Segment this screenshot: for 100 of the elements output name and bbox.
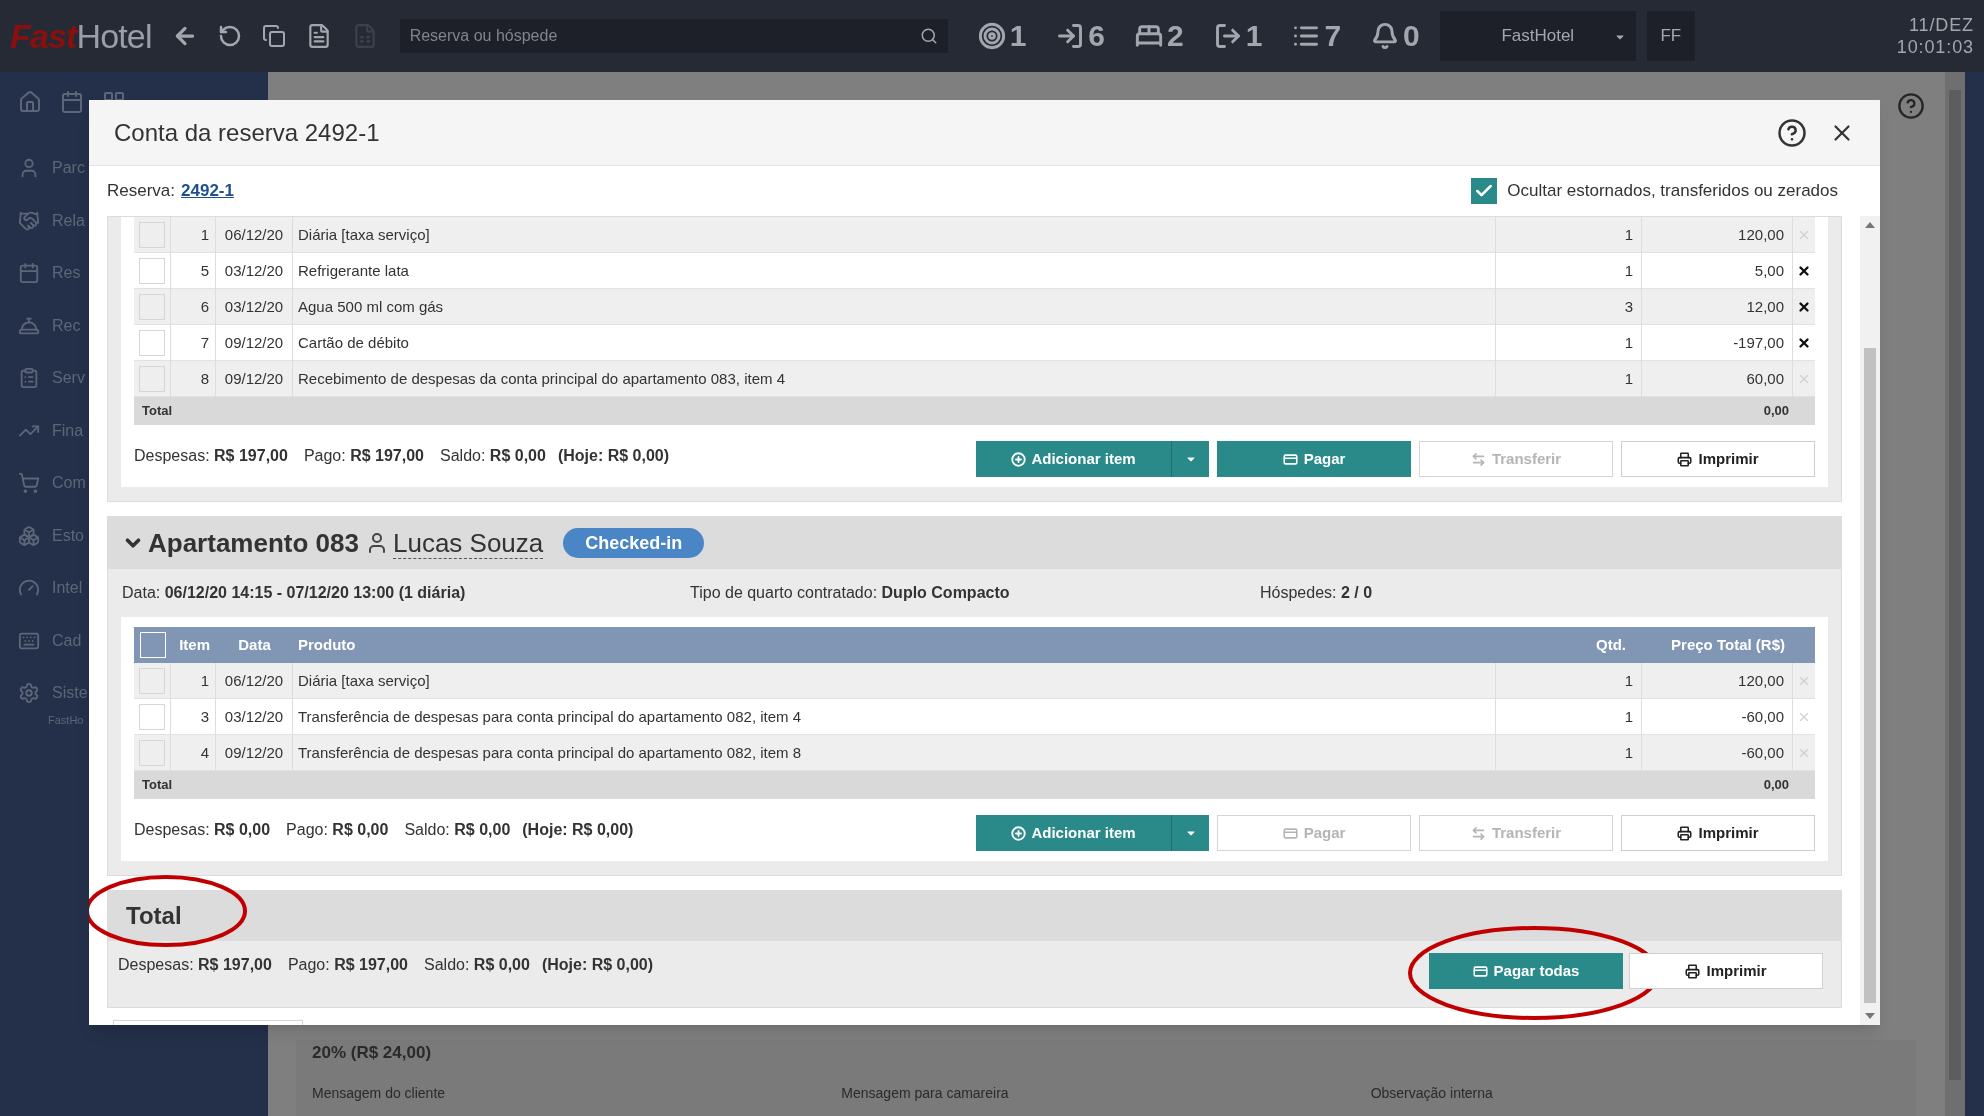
bed-icon[interactable]: [1135, 22, 1163, 50]
field-label: Mensagem para camareira: [841, 1085, 1009, 1101]
pay-all-button[interactable]: Pagar todas: [1429, 953, 1623, 989]
add-item-button[interactable]: Adicionar item: [976, 441, 1172, 477]
menu-label[interactable]: Cad: [52, 628, 82, 653]
field-label: Mensagem do cliente: [312, 1085, 446, 1101]
handshake-icon[interactable]: [18, 209, 40, 232]
undo-icon[interactable]: [217, 24, 242, 48]
reserva-label: Reserva:: [107, 180, 176, 203]
counter-value[interactable]: 1: [1245, 21, 1263, 51]
menu-label[interactable]: Serv: [52, 366, 85, 391]
enter-icon[interactable]: [1056, 22, 1085, 50]
counter-value[interactable]: 0: [1403, 21, 1420, 51]
dropdown-button[interactable]: [1172, 441, 1209, 477]
scroll-up-arrow[interactable]: [1865, 222, 1875, 228]
remove-icon[interactable]: [1797, 264, 1811, 278]
counter-value[interactable]: 2: [1167, 21, 1184, 51]
counter-value[interactable]: 1: [1009, 21, 1027, 51]
info-text: Data: 06/12/20 14:15 - 07/12/20 13:00 (1 diária): [122, 583, 467, 603]
column-header: Item: [178, 634, 211, 655]
field-label: Observação interna: [1370, 1085, 1493, 1101]
total-heading: Total: [126, 902, 182, 929]
credit-card-icon: [1472, 963, 1488, 979]
row-checkbox[interactable]: [139, 294, 165, 320]
pay-button[interactable]: Pagar: [1217, 441, 1411, 477]
printer-icon: [1677, 451, 1693, 467]
summary-text: Pago: R$ 197,00: [287, 955, 408, 975]
cart-icon[interactable]: [18, 472, 40, 495]
hide-option-label: Ocultar estornados, transferidos ou zerados: [1507, 180, 1838, 203]
apartment-title: Apartamento 083: [148, 526, 359, 560]
home-icon[interactable]: [18, 90, 42, 114]
commission-text: 20% (R$ 24,00): [312, 1041, 433, 1064]
row-checkbox[interactable]: [139, 704, 165, 730]
dropdown-button[interactable]: [1172, 815, 1209, 851]
logo: FastHotel: [10, 19, 152, 53]
status-badge: Checked-in: [563, 528, 705, 558]
boxes-icon[interactable]: [18, 524, 40, 547]
target-icon[interactable]: [977, 22, 1006, 50]
summary-text: Saldo: R$ 0,00: [404, 820, 511, 840]
menu-label[interactable]: Res: [52, 261, 81, 286]
row-checkbox[interactable]: [139, 258, 165, 284]
column-header: Preço Total (R$): [1670, 634, 1786, 655]
help-icon[interactable]: [1777, 117, 1807, 148]
total-label: Total: [142, 402, 173, 421]
exit-icon[interactable]: [1213, 22, 1242, 50]
row-checkbox[interactable]: [139, 366, 165, 392]
menu-label[interactable]: Rec: [52, 313, 81, 338]
menu-label[interactable]: Siste: [52, 681, 88, 706]
reserva-link[interactable]: 2492-1: [181, 178, 234, 204]
info-text: Hóspedes: 2 / 0: [1260, 583, 1373, 603]
row-checkbox[interactable]: [139, 222, 165, 248]
bell-icon[interactable]: [1371, 22, 1400, 50]
summary-text: Pago: R$ 0,00: [286, 820, 389, 840]
time-text: 10:01:03: [1896, 36, 1974, 58]
search-icon[interactable]: [919, 27, 938, 45]
transfer-icon: [1470, 825, 1486, 841]
menu-label[interactable]: Intel: [52, 576, 83, 601]
hide-checkbox[interactable]: [1471, 178, 1498, 204]
credit-card-icon: [1282, 825, 1298, 841]
calendar-icon[interactable]: [60, 90, 84, 114]
remove-icon[interactable]: [1797, 300, 1811, 314]
menu-label[interactable]: Esto: [52, 523, 84, 548]
print-button[interactable]: Imprimir: [1621, 815, 1815, 851]
plus-icon: [1011, 825, 1027, 841]
modal-title: Conta da reserva 2492-1: [114, 117, 380, 148]
remove-icon[interactable]: [1797, 336, 1811, 350]
column-header: Data: [237, 634, 272, 655]
print-button[interactable]: Imprimir: [1629, 953, 1823, 989]
row-checkbox[interactable]: [139, 740, 165, 766]
menu-label[interactable]: Com: [52, 471, 86, 496]
add-item-button[interactable]: Adicionar item: [976, 815, 1172, 851]
printer-icon: [1677, 825, 1693, 841]
clipboard-icon[interactable]: [18, 367, 40, 390]
calendar-icon[interactable]: [18, 262, 40, 285]
scroll-down-arrow[interactable]: [1865, 1013, 1875, 1019]
row-checkbox[interactable]: [139, 330, 165, 356]
date-text: 11/DEZ: [1908, 14, 1974, 36]
counter-value[interactable]: 7: [1324, 21, 1342, 51]
guest-name[interactable]: Lucas Souza: [392, 527, 544, 559]
row-checkbox[interactable]: [139, 668, 165, 694]
select-all-checkbox[interactable]: [139, 632, 166, 658]
counter-value[interactable]: 6: [1088, 21, 1105, 51]
hotel-select[interactable]: FastHotel: [1439, 11, 1636, 61]
user-button[interactable]: FF: [1646, 11, 1695, 61]
summary-text: Despesas: R$ 197,00: [118, 955, 272, 975]
menu-label[interactable]: Fina: [52, 418, 84, 443]
menu-label[interactable]: Parc: [52, 156, 85, 181]
search-field[interactable]: Reserva ou hóspede: [399, 19, 948, 53]
today-balance: (Hoje: R$ 0,00): [522, 820, 634, 840]
print-button[interactable]: Imprimir: [1621, 441, 1815, 477]
column-header: Produto: [297, 634, 357, 655]
scrollbar-thumb[interactable]: [1864, 348, 1876, 1003]
copy-icon[interactable]: [261, 24, 286, 48]
settings-icon[interactable]: [18, 682, 40, 705]
credit-card-icon: [1282, 451, 1298, 467]
menu-label[interactable]: Rela: [52, 208, 85, 233]
summary-text: Despesas: R$ 0,00: [134, 820, 271, 840]
printer-icon: [1685, 963, 1701, 979]
summary-text: Pago: R$ 197,00: [303, 446, 424, 466]
total-value: 0,00: [1763, 402, 1790, 421]
